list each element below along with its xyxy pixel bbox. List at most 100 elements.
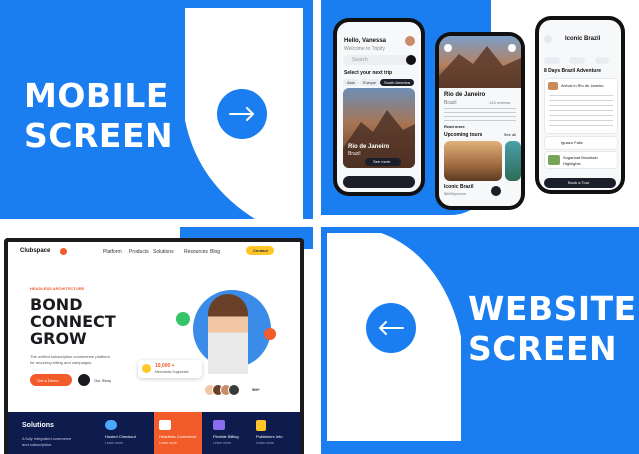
- solution-label-2: Headless Commerce: [159, 434, 197, 439]
- mobile-label: MOBILE SCREEN: [24, 76, 173, 156]
- back-icon[interactable]: [444, 44, 452, 52]
- stat-value: 10,000 +: [155, 363, 175, 369]
- hero-description-2: for recurring billing and campaigns.: [30, 360, 93, 365]
- solutions-title: Solutions: [22, 422, 54, 429]
- solution-label-4: Publishers Info: [256, 434, 283, 439]
- phone-itinerary: Iconic Brazil 8 Days Brazil Adventure Ar…: [535, 16, 625, 194]
- contact-label: Contact: [253, 248, 268, 253]
- solution-flexible-billing[interactable]: Flexible Billing Learn more: [211, 420, 251, 454]
- nav-blog[interactable]: Blog: [210, 249, 220, 255]
- hero-eyebrow: HEADLESS ARCHITECTURE: [30, 286, 85, 291]
- destination-country: Brazil: [444, 100, 457, 106]
- play-icon[interactable]: [78, 374, 90, 386]
- read-more-link[interactable]: Read more: [444, 124, 465, 129]
- solution-headless-commerce[interactable]: Headless Commerce Learn more: [154, 412, 202, 454]
- website-label-panel: WEBSITE SCREEN: [321, 227, 639, 454]
- mobile-label-line1: MOBILE: [24, 76, 169, 115]
- itinerary-day-card[interactable]: Arrival in Rio de Janeiro: [544, 78, 618, 134]
- see-more-label: See more: [373, 159, 391, 164]
- tour-card-image[interactable]: [444, 141, 502, 181]
- itinerary-item-1: Arrival in Rio de Janeiro: [561, 83, 604, 88]
- get-demo-label: Get a Demo: [37, 378, 59, 383]
- headline-line3: GROW: [30, 329, 87, 348]
- tab-asia[interactable]: Asia: [343, 79, 359, 86]
- avatar-count: 5M+: [252, 387, 260, 392]
- destination-description: [444, 108, 516, 122]
- hero-description-1: The unified subscription ecommerce platf…: [30, 354, 110, 359]
- solution-label-3: Flexible Billing: [213, 434, 239, 439]
- mobile-screens-panel: Hello, Vanessa Welcome to Tripify Search…: [321, 0, 639, 219]
- tour-arrow-button[interactable]: [491, 186, 501, 196]
- nav-platform[interactable]: Platform: [103, 249, 122, 255]
- solutions-band: Solutions A fully integrated commerce an…: [8, 412, 300, 454]
- tour-card-image-2[interactable]: [505, 141, 521, 181]
- phone1-section-title: Select your next trip: [344, 70, 393, 76]
- website-label-line2: SCREEN: [468, 329, 618, 368]
- trip-card-subtitle: Brazil: [348, 151, 361, 157]
- chat-icon: [176, 312, 190, 326]
- phone1-greeting: Hello, Vanessa: [344, 38, 387, 44]
- phone1-subtitle: Welcome to Tripify: [344, 46, 386, 52]
- back-icon[interactable]: [544, 35, 552, 43]
- mobile-label-line2: SCREEN: [24, 116, 174, 155]
- itinerary-item-3-label: Sugarloaf Mountain: [563, 155, 598, 160]
- see-all-link[interactable]: See all: [504, 132, 516, 137]
- nav-resources[interactable]: Resources: [184, 249, 208, 255]
- learn-more-2: Learn more: [159, 441, 177, 445]
- itinerary-item-4-label: Highlights: [563, 161, 581, 166]
- phone-home: Hello, Vanessa Welcome to Tripify Search…: [333, 18, 425, 196]
- stat-card: 10,000 + Merchants Supported: [138, 360, 202, 378]
- upcoming-tours-title: Upcoming tours: [444, 132, 483, 138]
- website-label-line1: WEBSITE: [468, 289, 637, 328]
- trip-card-title: Rio de Janeiro: [348, 144, 390, 150]
- tab-europe[interactable]: Europe: [359, 79, 380, 86]
- itinerary-item-2[interactable]: Iguazu Falls: [544, 136, 618, 150]
- tab-south-america[interactable]: South America: [380, 79, 415, 86]
- tour-meta: $659/person: [444, 191, 467, 196]
- brand-logo[interactable]: Clubspace: [20, 248, 50, 254]
- heart-icon[interactable]: [508, 44, 516, 52]
- search-placeholder: Search: [352, 57, 368, 63]
- learn-more-4: Learn more: [256, 441, 274, 445]
- itinerary-day-label: 8 Days Brazil Adventure: [544, 68, 602, 74]
- learn-more-3: Learn more: [213, 441, 231, 445]
- filter-icon[interactable]: [406, 55, 416, 65]
- mobile-label-panel: MOBILE SCREEN: [0, 0, 313, 219]
- cloud-icon: [105, 420, 117, 430]
- brand-badge: [60, 248, 67, 255]
- stat-label: Merchants Supported: [155, 370, 189, 374]
- nav-solutions[interactable]: Solutions: [153, 249, 174, 255]
- see-more-button[interactable]: See more: [365, 158, 401, 166]
- solution-publishers-info[interactable]: Publishers Info Learn more: [254, 420, 298, 454]
- trophy-icon: [142, 364, 151, 373]
- website-frame: Clubspace Platform Products Solutions Re…: [4, 238, 304, 454]
- get-demo-button[interactable]: Get a Demo: [30, 374, 72, 386]
- avatar-group: [204, 384, 250, 396]
- website-label: WEBSITE SCREEN: [468, 289, 637, 369]
- phone-destination: Rio de Janeiro Brazil 143 reviews Read m…: [435, 32, 525, 210]
- destination-title: Rio de Janeiro: [444, 92, 486, 98]
- hero-person: [208, 294, 248, 374]
- search-input[interactable]: Search: [343, 55, 415, 65]
- box-icon: [159, 420, 171, 430]
- solution-hosted-checkout[interactable]: Hosted Checkout Learn more: [103, 420, 149, 454]
- bottom-nav: [343, 176, 415, 188]
- contact-button[interactable]: Contact: [246, 246, 274, 255]
- headline-line2: CONNECT: [30, 312, 116, 331]
- headline-line1: BOND: [30, 295, 83, 314]
- our-story-link[interactable]: Our Story: [94, 378, 111, 383]
- solutions-desc-2: and subscription.: [22, 442, 53, 447]
- avatar[interactable]: [405, 36, 415, 46]
- hero-headline: BOND CONNECT GROW: [30, 296, 116, 347]
- tour-title: Iconic Brazil: [444, 184, 474, 190]
- arrow-left-icon: [366, 303, 416, 353]
- book-tour-button[interactable]: Book a Tour: [544, 178, 616, 188]
- solutions-desc-1: A fully integrated commerce: [22, 436, 72, 441]
- learn-more-1: Learn more: [105, 441, 123, 445]
- trip-card-image[interactable]: Rio de Janeiro Brazil See more: [343, 88, 415, 168]
- itinerary-item-3[interactable]: Sugarloaf Mountain Highlights: [544, 151, 618, 169]
- nav-products[interactable]: Products: [129, 249, 149, 255]
- itinerary-item-2-label: Iguazu Falls: [561, 140, 583, 145]
- arrow-right-icon: [217, 89, 267, 139]
- book-tour-label: Book a Tour: [568, 180, 590, 185]
